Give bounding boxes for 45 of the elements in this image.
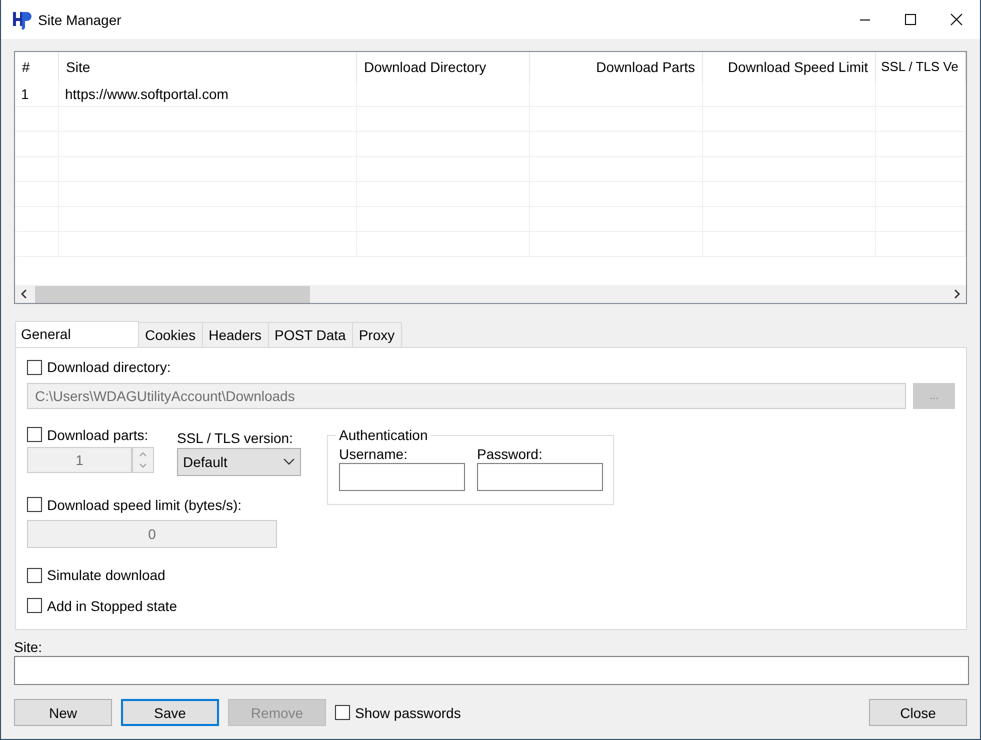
table-cell — [15, 107, 59, 132]
column-header[interactable]: SSL / TLS Ve — [876, 52, 966, 82]
scrollbar-thumb[interactable] — [35, 286, 310, 302]
site-label: Site: — [14, 639, 42, 655]
table-cell — [15, 232, 59, 257]
column-header[interactable]: # — [15, 52, 59, 82]
column-header[interactable]: Download Parts — [530, 52, 703, 82]
username-field[interactable] — [339, 462, 465, 490]
checkbox-label[interactable]: Add in Stopped state — [47, 598, 177, 614]
site-field[interactable] — [14, 656, 969, 685]
checkbox-label[interactable]: Download speed limit (bytes/s): — [47, 496, 242, 512]
close-button[interactable]: Close — [869, 699, 967, 726]
checkbox-label[interactable]: Show passwords — [355, 704, 461, 720]
new-button[interactable]: New — [14, 699, 112, 726]
ssl-tls-dropdown[interactable]: Default — [177, 448, 301, 476]
column-header[interactable]: Download Speed Limit — [703, 52, 876, 82]
table-cell — [15, 182, 59, 207]
password-field[interactable] — [477, 462, 603, 490]
table-cell — [15, 157, 59, 182]
checkbox[interactable] — [27, 598, 42, 613]
password-label: Password: — [477, 446, 544, 462]
horizontal-scrollbar[interactable] — [15, 285, 966, 303]
table-cell — [15, 132, 59, 157]
checkbox-label[interactable]: Download parts: — [47, 426, 148, 442]
column-header[interactable]: Site — [59, 52, 357, 82]
ssl-tls-label: SSL / TLS version: — [177, 430, 294, 446]
chevron-down-icon — [283, 458, 295, 466]
tab[interactable]: General — [15, 321, 139, 348]
checkbox[interactable] — [27, 497, 42, 512]
tab[interactable]: Proxy — [352, 322, 402, 347]
username-label: Username: — [339, 446, 408, 462]
table-cell — [15, 207, 59, 232]
table-cell: 1 — [15, 82, 59, 107]
table-cell: https://www.softportal.com — [59, 82, 357, 107]
checkbox[interactable] — [335, 705, 350, 720]
app-logo-icon — [12, 10, 32, 30]
checkbox-label[interactable]: Download directory: — [47, 359, 171, 375]
save-button[interactable]: Save — [121, 699, 219, 726]
column-header[interactable]: Download Directory — [357, 52, 530, 82]
checkbox[interactable] — [27, 568, 42, 582]
group-title: Authentication — [336, 426, 431, 444]
checkbox-label[interactable]: Simulate download — [47, 567, 166, 583]
checkbox[interactable] — [27, 360, 42, 374]
window-title: Site Manager — [38, 12, 122, 28]
checkbox[interactable] — [27, 427, 42, 442]
